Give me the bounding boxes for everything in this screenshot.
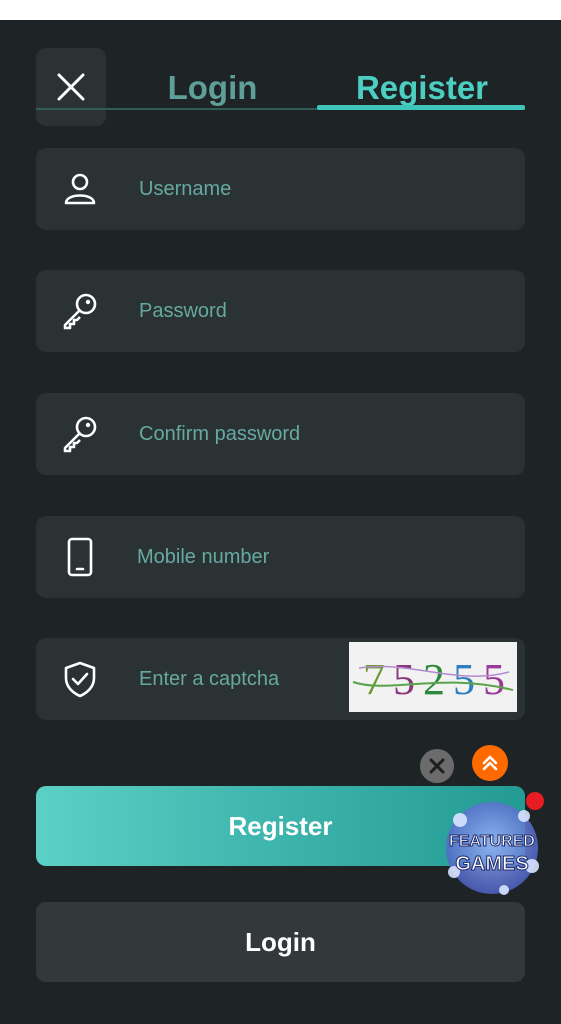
- status-bar-strip: [0, 0, 561, 20]
- shield-check-icon: [64, 661, 96, 698]
- confirm-password-placeholder: Confirm password: [139, 423, 301, 445]
- captcha-image[interactable]: 75255: [349, 642, 517, 712]
- mobile-field[interactable]: Mobile number: [36, 516, 525, 598]
- username-field[interactable]: Username: [36, 148, 525, 230]
- password-field[interactable]: Password: [36, 270, 525, 352]
- captcha-digit: 7: [363, 655, 385, 704]
- double-chevron-up-icon: [482, 755, 498, 771]
- featured-label-line1: FEATURED: [449, 833, 535, 850]
- key-icon: [63, 416, 97, 453]
- notification-dot: [526, 792, 544, 810]
- confirm-password-field[interactable]: Confirm password: [36, 393, 525, 475]
- user-icon: [64, 173, 96, 205]
- captcha-code: 75255: [352, 655, 514, 704]
- captcha-field[interactable]: Enter a captcha 75255: [36, 638, 525, 720]
- close-button[interactable]: [36, 48, 106, 126]
- close-icon: [57, 73, 85, 101]
- scroll-up-button[interactable]: [472, 745, 508, 781]
- key-icon: [63, 293, 97, 330]
- password-placeholder: Password: [139, 300, 227, 322]
- close-icon: [429, 758, 445, 774]
- captcha-digit: 5: [453, 655, 475, 704]
- mobile-placeholder: Mobile number: [137, 546, 270, 568]
- username-placeholder: Username: [139, 178, 232, 200]
- dismiss-featured-button[interactable]: [420, 749, 454, 783]
- login-button[interactable]: Login: [36, 902, 525, 982]
- phone-icon: [67, 537, 93, 577]
- captcha-digit: 5: [393, 655, 415, 704]
- active-tab-indicator: [317, 105, 525, 110]
- captcha-placeholder: Enter a captcha: [139, 668, 280, 690]
- featured-label-line2: GAMES: [455, 853, 528, 875]
- captcha-digit: 5: [483, 655, 505, 704]
- register-panel: Login Register Username Password Confirm…: [0, 20, 561, 1024]
- captcha-digit: 2: [423, 655, 445, 704]
